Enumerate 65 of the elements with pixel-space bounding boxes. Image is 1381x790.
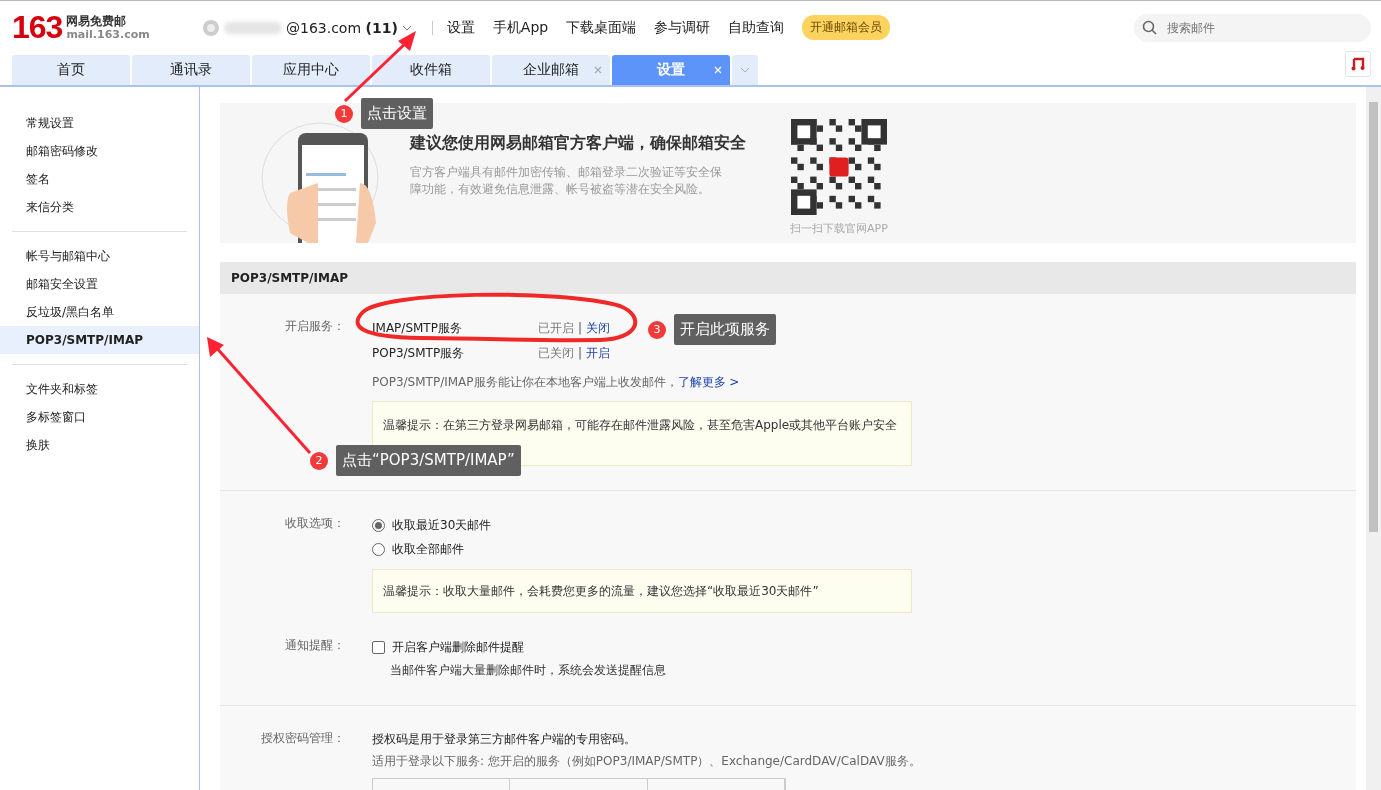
separator: | [578,345,583,362]
top-link[interactable]: 下载桌面端 [566,18,637,37]
separator: | [578,320,583,337]
sidebar-item[interactable]: 常规设置 [0,109,199,137]
radio-button[interactable] [372,542,385,556]
sidebar-item[interactable]: 换肤 [0,431,199,459]
radio-button[interactable] [372,518,385,532]
sidebar-item[interactable]: 文件夹和标签 [0,375,199,403]
sidebar-item[interactable]: 签名 [0,165,199,193]
tab[interactable]: 应用中心 [252,55,370,85]
sidebar-item[interactable]: 邮箱安全设置 [0,270,199,298]
callout-label: 开启此项服务 [674,314,776,345]
music-button[interactable] [1345,51,1371,77]
top-link[interactable]: 自助查询 [728,18,785,37]
search-input[interactable]: 搜索邮件 [1165,14,1349,41]
service-status: 已开启 [538,320,574,337]
blurred-email [224,21,282,34]
sidebar-item[interactable]: 多标签窗口 [0,403,199,431]
top-link[interactable]: 设置 [446,18,475,37]
field-label: 开启服务： [284,318,346,335]
service-note: POP3/SMTP/IMAP服务能让你在本地客户端上收发邮件， [372,375,678,389]
callout-label: 点击设置 [361,98,433,129]
sidebar-item[interactable]: 帐号与邮箱中心 [0,242,199,270]
option-hint: 当邮件客户端大量删除邮件时，系统会发送提醒信息 [389,662,667,679]
chevron-down-icon[interactable] [401,24,412,31]
service-name: IMAP/SMTP服务 [372,320,463,337]
option-label: 收取全部邮件 [392,541,464,558]
warning-tip: 温馨提示：收取大量邮件，会耗费您更多的流量，建议您选择“收取最近30天邮件” [372,569,912,613]
toggle-link[interactable]: 开启 [586,341,611,366]
scrollbar[interactable] [1366,87,1381,790]
tab[interactable]: 收件箱 [372,55,490,85]
tab[interactable]: 企业邮箱 [492,55,610,85]
logo-name: 网易免费邮 [66,13,128,29]
option-label: 收取最近30天邮件 [392,517,492,534]
option-label: 开启客户端删除邮件提醒 [392,639,524,656]
toggle-link[interactable]: 关闭 [586,316,611,341]
checkbox[interactable] [372,640,385,654]
learn-more-link[interactable]: 了解更多 > [677,375,740,389]
music-note-icon[interactable] [1351,57,1365,71]
tab[interactable]: 通讯录 [132,55,250,85]
field-label: 收取选项： [284,515,346,532]
sidebar-item[interactable]: 邮箱密码修改 [0,137,199,165]
auth-services-text: 适用于登录以下服务: 您开启的服务（例如POP3/IMAP/SMTP）、Exchange/CardDAV/CalDAV服务。 [372,753,922,770]
sidebar-item[interactable]: POP3/SMTP/IMAP [0,326,199,354]
sidebar-item[interactable]: 反垃圾/黑白名单 [0,298,199,326]
service-status: 已关闭 [538,345,574,362]
vip-button[interactable]: 开通邮箱会员 [802,15,891,40]
auth-description: 授权码是用于登录第三方邮件客户端的专用密码。 [372,731,637,748]
tab[interactable]: 首页 [12,55,130,85]
logo-number: 163 [12,9,63,46]
search-icon [1142,20,1157,35]
sidebar-item[interactable]: 来信分类 [0,193,199,221]
top-link[interactable]: 手机App [492,18,549,37]
top-link[interactable]: 参与调研 [654,18,711,37]
avatar-icon [202,18,220,37]
search-field[interactable]: 搜索邮件 [1134,13,1371,42]
banner-text: 官方客户端具有邮件加密传输、邮箱登录二次验证等安全保障功能，有效避免信息泄露、帐号被盗等潜在安全风险。 [410,164,723,198]
callout-label: 点击“POP3/SMTP/IMAP” [336,445,521,476]
section-title: POP3/SMTP/IMAP [220,262,1356,294]
field-label: 授权密码管理： [260,730,346,747]
banner-title: 建议您使用网易邮箱官方客户端，确保邮箱安全 [410,133,747,154]
account-email[interactable]: @163.com (11) [286,19,398,36]
logo-domain: mail.163.com [66,28,150,42]
service-name: POP3/SMTP服务 [372,345,466,362]
field-label: 通知提醒： [284,637,346,654]
